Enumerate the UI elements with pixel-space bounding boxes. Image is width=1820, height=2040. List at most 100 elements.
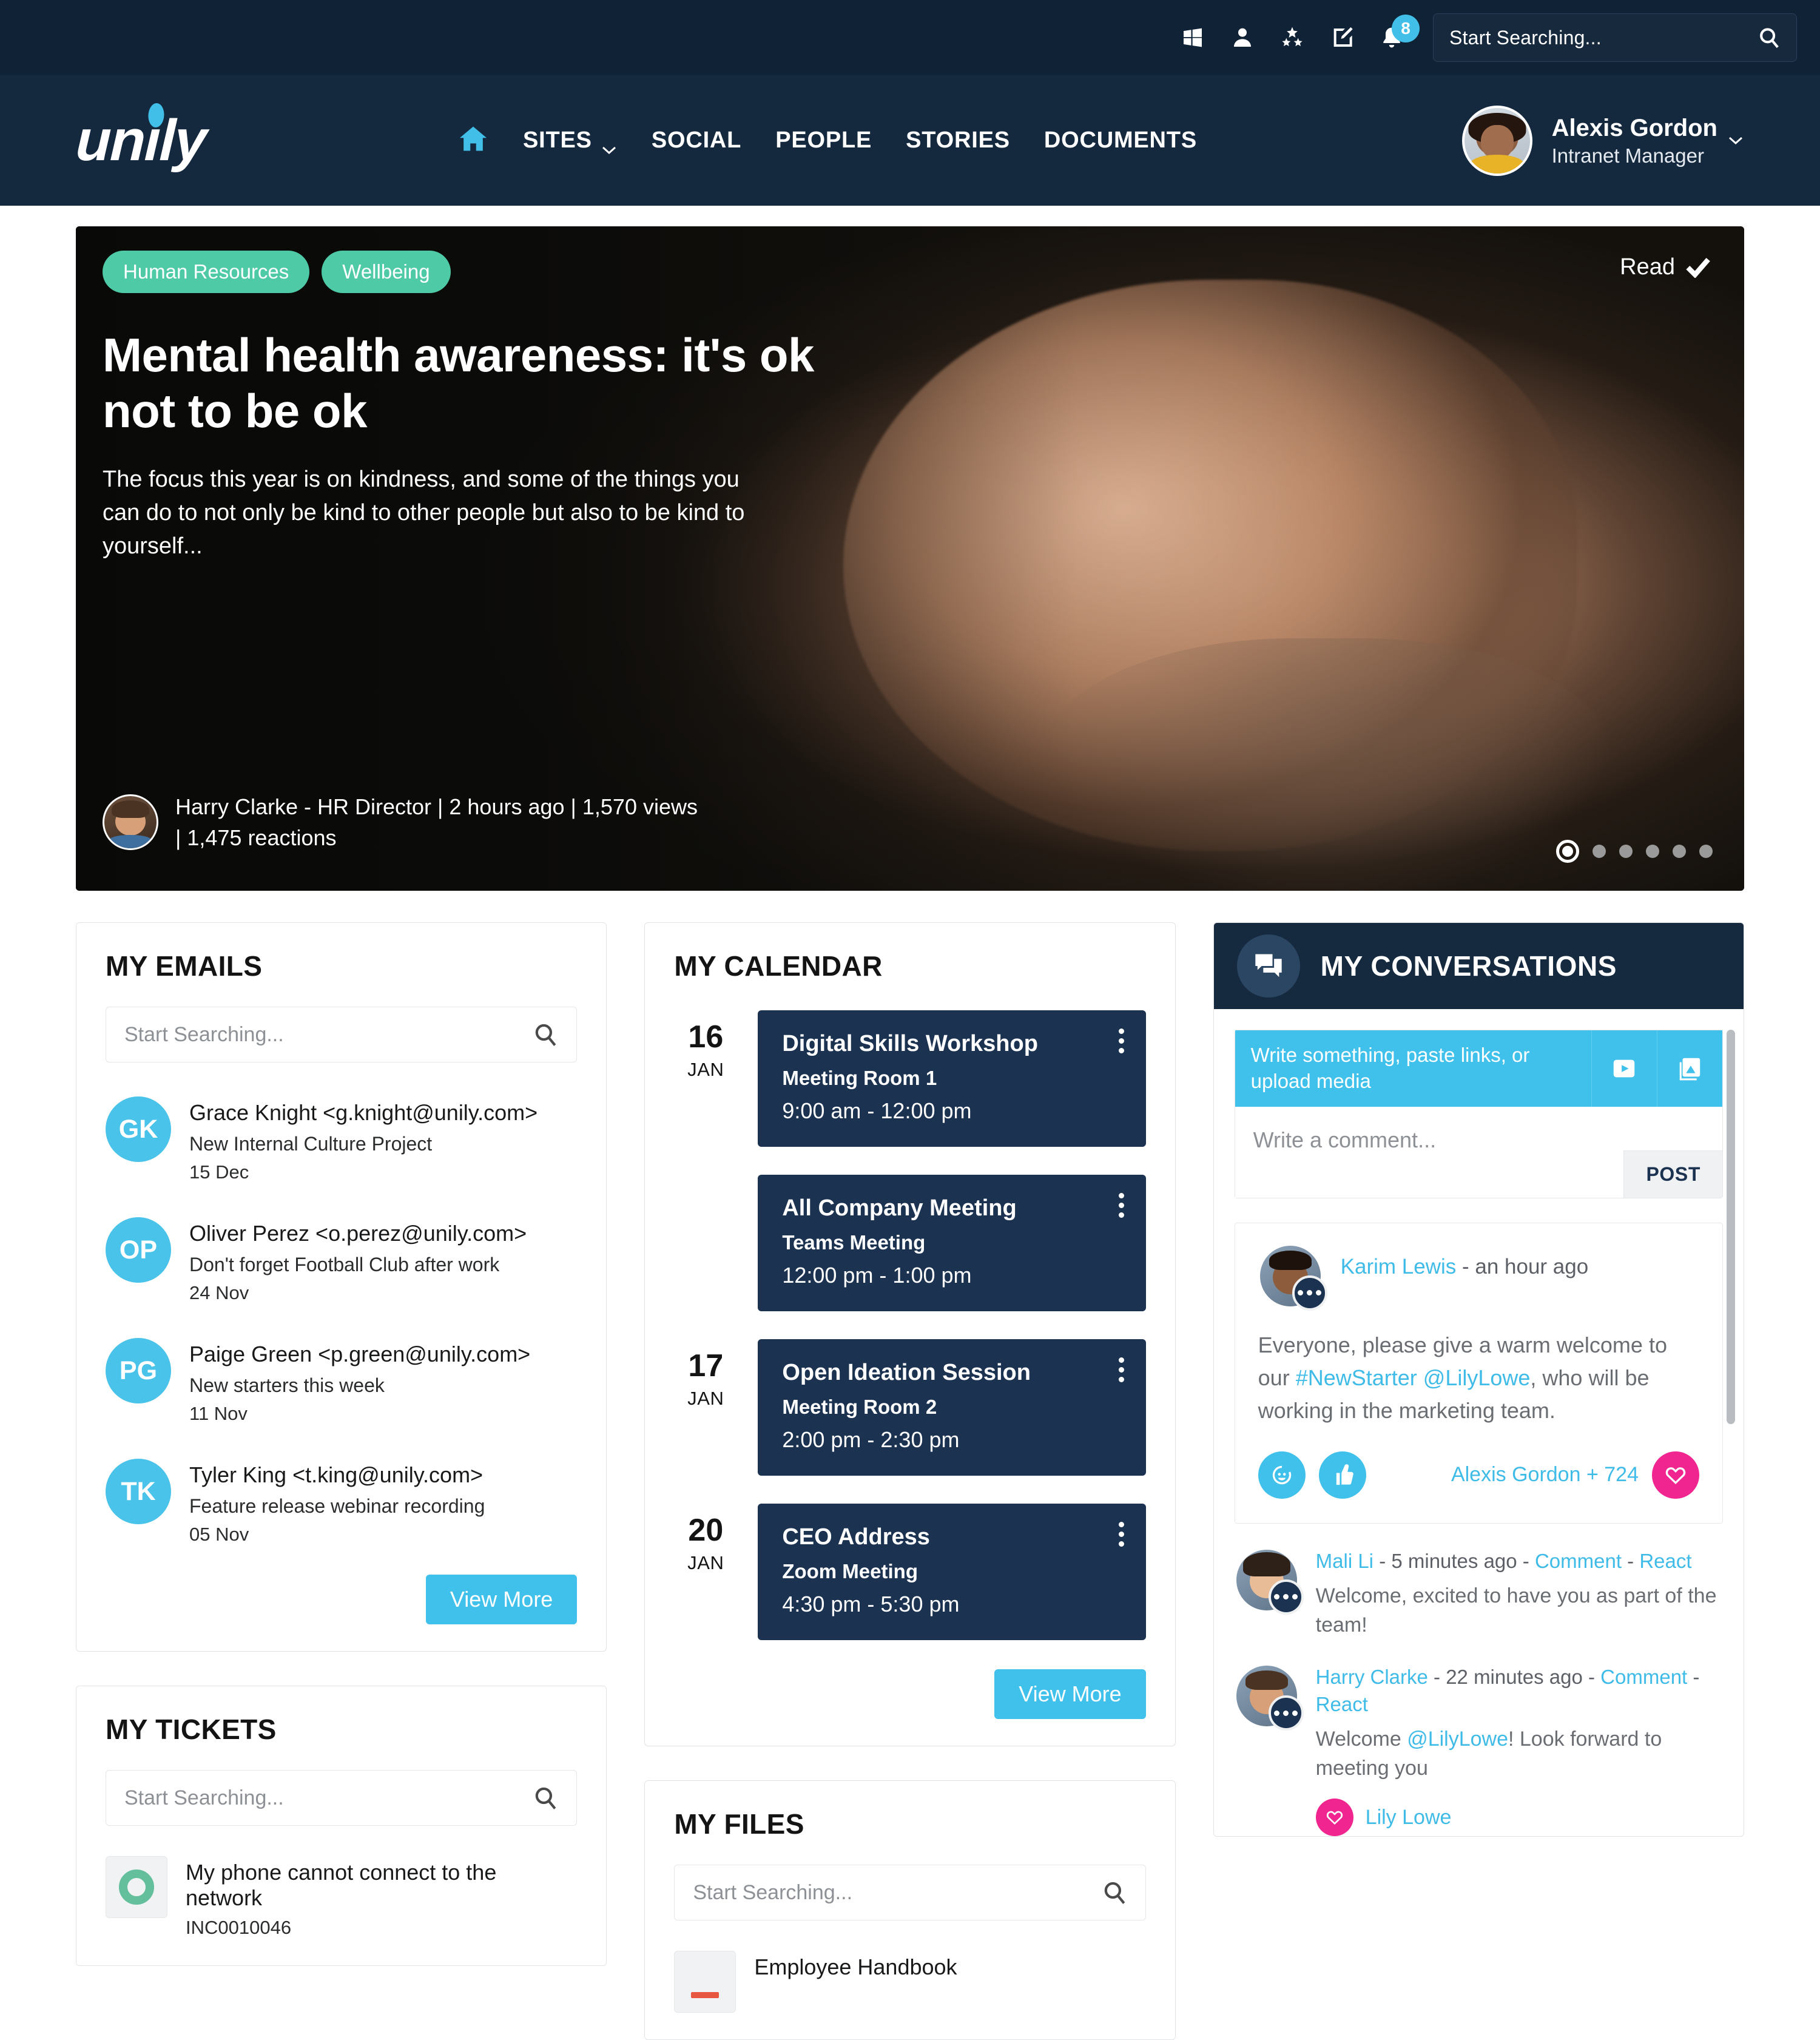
calendar-date: 17 JAN: [674, 1339, 737, 1410]
post-author-link[interactable]: Karim Lewis: [1341, 1255, 1457, 1278]
carousel-dot-1[interactable]: [1556, 840, 1579, 863]
nav-item-social[interactable]: SOCIAL: [652, 127, 741, 154]
nav-item-sites[interactable]: SITES: [523, 127, 618, 154]
calendar-event[interactable]: CEO Address Zoom Meeting 4:30 pm - 5:30 …: [758, 1504, 1146, 1640]
nav-item-stories[interactable]: STORIES: [906, 127, 1010, 154]
user-menu[interactable]: Alexis Gordon Intranet Manager: [1461, 105, 1744, 176]
email-date: 11 Nov: [189, 1403, 248, 1425]
ticket-list-item[interactable]: My phone cannot connect to the network I…: [106, 1856, 577, 1939]
bell-icon[interactable]: 8: [1376, 15, 1420, 53]
post-button[interactable]: POST: [1623, 1150, 1722, 1198]
calendar-event[interactable]: All Company Meeting Teams Meeting 12:00 …: [758, 1175, 1146, 1311]
hero-tag-wellbeing[interactable]: Wellbeing: [322, 251, 451, 293]
logo-text: unily: [75, 107, 207, 173]
comment-body: Mali Li - 5 minutes ago - Comment - Reac…: [1316, 1548, 1723, 1640]
comment-liker-name[interactable]: Lily Lowe: [1366, 1806, 1452, 1829]
calendar-event[interactable]: Open Ideation Session Meeting Room 2 2:0…: [758, 1339, 1146, 1476]
windows-icon[interactable]: [1177, 22, 1208, 53]
calendar-event-menu-icon[interactable]: [1118, 1522, 1124, 1547]
thumbs-up-icon[interactable]: [1318, 1451, 1366, 1499]
emails-view-more-button[interactable]: View More: [425, 1575, 578, 1625]
email-date: 24 Nov: [189, 1282, 249, 1304]
nav-item-documents[interactable]: DOCUMENTS: [1044, 127, 1197, 154]
calendar-event-name: Digital Skills Workshop: [782, 1031, 1038, 1056]
calendar-month: JAN: [687, 1552, 724, 1573]
emails-search-input[interactable]: Start Searching...: [106, 1007, 578, 1062]
email-list-item[interactable]: TK Tyler King <t.king@unily.com> Feature…: [106, 1459, 577, 1545]
video-icon[interactable]: [1591, 1030, 1657, 1107]
calendar-row: All Company Meeting Teams Meeting 12:00 …: [674, 1175, 1146, 1311]
global-search-input[interactable]: Start Searching...: [1433, 13, 1797, 62]
hero-tag-human-resources[interactable]: Human Resources: [103, 251, 310, 293]
heart-icon[interactable]: [1315, 1799, 1353, 1837]
comment-text-pre: Welcome: [1315, 1727, 1407, 1751]
files-search-input[interactable]: Start Searching...: [674, 1865, 1146, 1920]
email-list-item[interactable]: PG Paige Green <p.green@unily.com> New s…: [106, 1338, 577, 1425]
stars-icon[interactable]: [1276, 22, 1308, 53]
my-conversations-body: Write something, paste links, or upload …: [1214, 1009, 1744, 1837]
post-hashtag-mention[interactable]: #NewStarter @LilyLowe: [1296, 1365, 1531, 1390]
comment-meta: Mali Li - 5 minutes ago - Comment - Reac…: [1316, 1548, 1723, 1575]
comment-timestamp: - 5 minutes ago -: [1379, 1549, 1535, 1572]
calendar-day: 16: [688, 1019, 724, 1055]
comment-comment-link[interactable]: Comment: [1600, 1666, 1687, 1688]
comment-author-link[interactable]: Mali Li: [1316, 1550, 1373, 1572]
home-icon[interactable]: [457, 123, 489, 158]
email-list-item[interactable]: GK Grace Knight <g.knight@unily.com> New…: [106, 1096, 577, 1183]
carousel-dot-5[interactable]: [1673, 845, 1686, 858]
conversations-scrollbar[interactable]: [1726, 1030, 1735, 1424]
comment-author-link[interactable]: Harry Clarke: [1316, 1666, 1428, 1688]
comment-timestamp: - 22 minutes ago -: [1434, 1666, 1601, 1689]
comment-react-link[interactable]: React: [1316, 1693, 1368, 1715]
person-icon[interactable]: [1227, 22, 1258, 53]
hero-carousel[interactable]: Human Resources Wellbeing Read Mental he…: [76, 226, 1744, 891]
post-reactors-link[interactable]: Alexis Gordon + 724: [1451, 1463, 1639, 1487]
nav-item-people[interactable]: PEOPLE: [775, 127, 872, 154]
reply-icon[interactable]: [1258, 1451, 1306, 1499]
calendar-event[interactable]: Digital Skills Workshop Meeting Room 1 9…: [758, 1010, 1146, 1147]
compose-icon[interactable]: [1326, 22, 1358, 53]
comment-mention-link[interactable]: @LilyLowe: [1407, 1728, 1508, 1751]
carousel-dot-4[interactable]: [1646, 845, 1659, 858]
carousel-dot-6[interactable]: [1699, 845, 1713, 858]
avatar-mali-li-wrap: [1234, 1547, 1304, 1615]
carousel-dot-2[interactable]: [1592, 845, 1606, 858]
carousel-dot-3[interactable]: [1619, 845, 1633, 858]
app-root: 8 Start Searching... unily SITES SOCIAL: [0, 0, 1820, 2040]
comment-comment-link[interactable]: Comment: [1535, 1550, 1622, 1572]
ticket-meta: My phone cannot connect to the network I…: [186, 1856, 577, 1939]
hero-byline-text: Harry Clarke - HR Director | 2 hours ago…: [175, 794, 698, 850]
file-meta: Employee Handbook: [754, 1951, 957, 1980]
email-list-item[interactable]: OP Oliver Perez <o.perez@unily.com> Don'…: [106, 1217, 577, 1304]
calendar-date: 20 JAN: [674, 1504, 737, 1574]
conversation-comment: Mali Li - 5 minutes ago - Comment - Reac…: [1234, 1547, 1723, 1640]
calendar-day: 20: [688, 1513, 724, 1548]
unily-logo[interactable]: unily: [75, 103, 207, 173]
search-icon: [1760, 28, 1779, 49]
calendar-event-location: Teams Meeting: [782, 1231, 926, 1254]
chevron-down-icon: [601, 135, 618, 154]
composer-input[interactable]: Write something, paste links, or upload …: [1235, 1030, 1591, 1107]
email-sender: Oliver Perez <o.perez@unily.com>: [189, 1221, 527, 1246]
user-name-label: Alexis Gordon: [1551, 114, 1717, 141]
column-left: MY EMAILS Start Searching... GK Grace Kn…: [76, 922, 607, 1967]
post-byline: Karim Lewis - an hour ago: [1341, 1244, 1589, 1281]
calendar-event-location: Meeting Room 1: [782, 1067, 937, 1089]
email-meta: Grace Knight <g.knight@unily.com> New In…: [189, 1096, 538, 1183]
avatar-harry-clarke: [103, 794, 158, 850]
file-list-item[interactable]: Employee Handbook: [674, 1951, 1145, 2013]
composer-comment-area[interactable]: Write a comment... POST: [1235, 1106, 1722, 1198]
calendar-event-menu-icon[interactable]: [1118, 1357, 1124, 1382]
calendar-view-more-button[interactable]: View More: [994, 1669, 1146, 1719]
comment-react-link[interactable]: React: [1639, 1550, 1691, 1572]
heart-icon[interactable]: [1651, 1451, 1699, 1499]
calendar-event-menu-icon[interactable]: [1118, 1028, 1124, 1053]
calendar-event-time: 12:00 pm - 1:00 pm: [782, 1263, 972, 1288]
read-status[interactable]: Read: [1620, 254, 1710, 280]
tickets-search-input[interactable]: Start Searching...: [106, 1770, 578, 1826]
user-chevron-down-icon[interactable]: [1727, 123, 1744, 144]
post-actions: Alexis Gordon + 724: [1258, 1451, 1699, 1499]
calendar-event-menu-icon[interactable]: [1118, 1193, 1124, 1218]
image-icon[interactable]: [1656, 1030, 1722, 1107]
chat-bubble-icon: [1236, 934, 1300, 998]
